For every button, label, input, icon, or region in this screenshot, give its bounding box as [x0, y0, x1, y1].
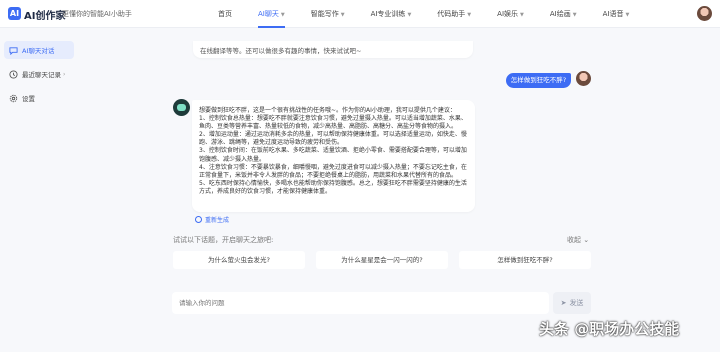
regenerate-button[interactable]: 重新生成 [195, 215, 229, 224]
reply-paragraph: 1、控制饮食总热量：想要吃不胖就要注意饮食习惯，避免过量摄入热量。可以适当增加蔬… [199, 115, 467, 131]
suggestions-title: 试试以下话题，开启聊天之旅吧: [173, 236, 274, 244]
chevron-down-icon: ▼ [572, 12, 577, 18]
nav-ai-voice[interactable]: AI语音 ▼ [590, 0, 643, 28]
bot-avatar [173, 99, 190, 116]
chat-input[interactable] [172, 292, 549, 314]
chevron-down-icon: ⌄ [583, 236, 590, 244]
collapse-toggle[interactable]: 收起 ⌄ [567, 235, 589, 245]
reply-paragraph: 5、吃东西时保持心情愉快，多喝水也能帮助你保持饱腹感。总之，想要狂吃不胖需要坚持… [199, 179, 467, 195]
sidebar: AI聊天对话 最近聊天记录 › 设置 [0, 28, 82, 352]
refresh-icon [195, 216, 202, 223]
chevron-down-icon: ▼ [280, 12, 285, 18]
reply-paragraph: 想要做到狂吃不胖，这是一个很有挑战性的任务哦~。作为你的AI小助理，我可以提供几… [199, 107, 456, 114]
reply-paragraph: 3、控制饮食时间：在饭前吃水果、多吃蔬菜、适量饮酒、拒绝小零食、需要搭配要合理等… [199, 147, 467, 163]
sidebar-item-label: AI聊天对话 [22, 47, 55, 55]
sidebar-item-recent-chats[interactable]: 最近聊天记录 › [4, 65, 74, 83]
top-navigation-bar: AI AI创作家 更懂你的智能AI小助手 首页 AI聊天 ▼ 智能写作 ▼ AI专业… [0, 0, 720, 28]
nav-ai-painting[interactable]: AI绘画 ▼ [537, 0, 590, 28]
chevron-right-icon: › [63, 70, 66, 78]
nav-ai-chat[interactable]: AI聊天 ▼ [245, 0, 298, 28]
nav-smart-writing[interactable]: 智能写作 ▼ [298, 0, 358, 28]
chat-bubble-icon [9, 46, 18, 55]
sidebar-item-label: 最近聊天记录 [22, 71, 61, 79]
assistant-reply: 想要做到狂吃不胖，这是一个很有挑战性的任务哦~。作为你的AI小助理，我可以提供几… [192, 100, 475, 212]
slogan: 更懂你的智能AI小助手 [62, 10, 132, 18]
chevron-down-icon: ▼ [625, 12, 630, 18]
watermark: 头条 @职场办公技能 [539, 320, 680, 338]
suggestion-chip[interactable]: 怎样做到狂吃不胖? [459, 251, 591, 269]
user-chat-avatar [576, 71, 591, 86]
sidebar-item-ai-chat[interactable]: AI聊天对话 [4, 41, 74, 59]
logo-text[interactable]: AI创作家 [24, 7, 65, 22]
robot-icon [177, 104, 186, 111]
regenerate-label: 重新生成 [205, 217, 230, 224]
send-label: 发送 [569, 299, 584, 307]
sidebar-item-label: 设置 [22, 95, 35, 103]
assistant-intro-message: 在线翻译等等。还可以做很多有趣的事情，快来试试吧~ [193, 41, 473, 58]
clock-icon [9, 69, 18, 79]
nav-code-assistant[interactable]: 代码助手 ▼ [424, 0, 484, 28]
send-icon: ➤ [560, 299, 567, 307]
reply-paragraph: 4、注意饮食习惯：不要暴饮暴食，细嚼慢咽，避免过度进食可以减少摄入热量；不要忘记… [199, 163, 467, 179]
nav-ai-entertainment[interactable]: AI娱乐 ▼ [484, 0, 537, 28]
chevron-down-icon: ▼ [520, 12, 524, 18]
send-button[interactable]: ➤ 发送 [553, 292, 591, 314]
user-message: 怎样做到狂吃不胖? [506, 73, 571, 88]
chevron-down-icon: ▼ [340, 12, 345, 18]
logo-icon[interactable]: AI [8, 7, 21, 20]
chevron-down-icon: ▼ [467, 12, 472, 18]
nav-home[interactable]: 首页 [205, 0, 245, 28]
suggestion-chip[interactable]: 为什么星星是会一闪一闪的? [316, 251, 448, 269]
gear-icon [9, 94, 18, 103]
sidebar-item-settings[interactable]: 设置 [4, 89, 74, 107]
user-avatar[interactable] [697, 6, 712, 21]
chevron-down-icon: ▼ [407, 12, 412, 18]
nav-ai-training[interactable]: AI专业训练 ▼ [358, 0, 425, 28]
suggestion-chip[interactable]: 为什么萤火虫会发光? [173, 251, 305, 269]
main-nav: 首页 AI聊天 ▼ 智能写作 ▼ AI专业训练 ▼ 代码助手 ▼ AI娱乐 ▼ AI绘画 ▼… [205, 0, 642, 28]
reply-paragraph: 2、增加运动量：通过运动消耗多余的热量，可以帮助保持健康体重。可以选择适量运动，… [199, 131, 467, 147]
